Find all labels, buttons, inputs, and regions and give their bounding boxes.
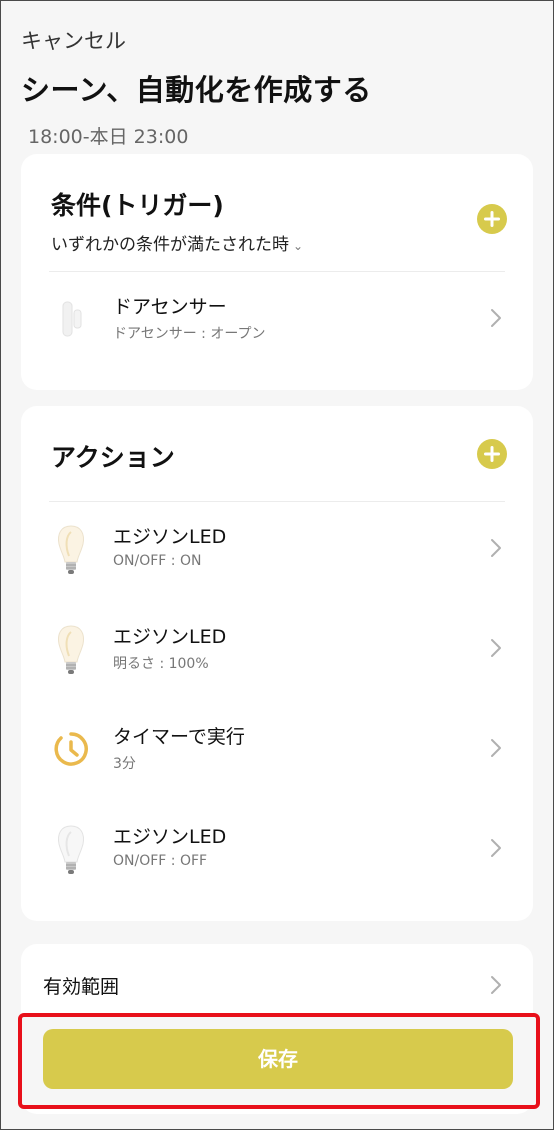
trigger-name: ドアセンサー [113,296,227,318]
action-detail: ON/OFF : OFF [113,853,208,869]
action-row-4[interactable]: エジソンLED ON/OFF : OFF [21,806,533,896]
chevron-right-icon [491,539,501,557]
chevron-right-icon [491,309,501,327]
action-name: タイマーで実行 [113,726,245,748]
bulb-icon [49,622,93,676]
divider [49,271,505,272]
action-row-3[interactable]: タイマーで実行 3分 [21,706,533,796]
chevron-right-icon [491,976,501,994]
plus-icon [484,211,500,227]
action-row-2[interactable]: エジソンLED 明るさ : 100% [21,606,533,696]
chevron-right-icon [491,839,501,857]
chevron-down-icon: ⌄ [293,239,304,253]
action-card: アクション エジソンLED ON/OFF : ON エジソンLED 明るさ: … [21,406,533,921]
trigger-detail: ドアセンサー : オープン [113,326,266,342]
page-title: シーン、自動化を作成する [21,73,372,107]
save-highlight-box: 保存 [18,1013,540,1109]
timer-icon [49,722,93,776]
divider [49,501,505,502]
door-sensor-icon [49,292,93,346]
add-trigger-button[interactable] [477,204,507,234]
scope-row[interactable]: 有効範囲 [21,944,533,1024]
schedule-text: 18:00-本日 23:00 [28,126,189,148]
action-name: エジソンLED [113,626,227,648]
trigger-card: 条件(トリガー) いずれかの条件が満たされた時 ⌄ ドアセンサー ドアセンサー :… [21,154,533,390]
scope-label: 有効範囲 [43,976,120,998]
action-name: エジソンLED [113,526,227,548]
chevron-right-icon [491,739,501,757]
add-action-button[interactable] [477,439,507,469]
condition-mode-dropdown[interactable]: いずれかの条件が満たされた時 ⌄ [51,230,303,255]
action-name: エジソンLED [113,826,227,848]
plus-icon [484,446,500,462]
trigger-row-door-sensor[interactable]: ドアセンサー ドアセンサー : オープン [21,276,533,366]
action-detail: 3分 [113,756,136,772]
action-row-1[interactable]: エジソンLED ON/OFF : ON [21,506,533,596]
condition-mode-label: いずれかの条件が満たされた時 [51,235,289,255]
bulb-icon [49,822,93,876]
bulb-icon [49,522,93,576]
save-button[interactable]: 保存 [43,1029,513,1089]
action-detail: ON/OFF : ON [113,553,202,569]
trigger-heading: 条件(トリガー) [51,191,224,220]
chevron-right-icon [491,639,501,657]
action-heading: アクション [51,443,175,472]
cancel-button[interactable]: キャンセル [21,25,126,55]
app-screen: キャンセル シーン、自動化を作成する 18:00-本日 23:00 条件(トリガ… [0,0,554,1130]
action-detail: 明るさ : 100% [113,656,209,672]
